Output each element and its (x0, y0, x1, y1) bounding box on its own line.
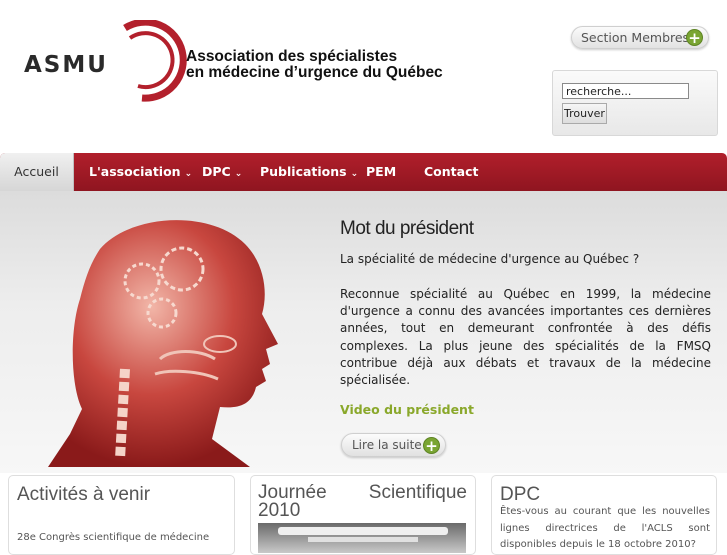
search-button[interactable]: Trouver (562, 103, 607, 124)
organization-name: Association des spécialistes en médecine… (186, 49, 443, 81)
nav-item-label: Contact (424, 164, 479, 179)
site-header: ASMU Association des spécialistes en méd… (0, 0, 727, 152)
scientific-day-photo[interactable] (258, 523, 466, 553)
hero-body-text: Reconnue spécialité au Québec en 1999, l… (340, 287, 711, 388)
activities-text[interactable]: 28e Congrès scientifique de médecine (17, 530, 227, 547)
nav-item-label: Publications (260, 164, 347, 179)
head-xray-image (48, 220, 278, 467)
chevron-down-icon: ⌄ (184, 169, 193, 179)
nav-item-label: L'association (89, 164, 181, 179)
nav-item-association[interactable]: L'association ⌄ (89, 153, 192, 191)
scientific-day-year[interactable]: 2010 (258, 501, 300, 520)
logo-text: ASMU (24, 52, 108, 78)
plus-icon: + (686, 29, 703, 46)
nav-item-label: Accueil (14, 164, 59, 179)
nav-item-accueil[interactable]: Accueil (0, 153, 74, 191)
plus-icon: + (423, 437, 440, 454)
org-name-line2: en médecine d’urgence du Québec (186, 64, 443, 81)
hero-title: Mot du président (340, 218, 474, 239)
activities-box: Activités à venir 28e Congrès scientifiq… (8, 475, 235, 555)
section-members-label: Section Membres (581, 30, 690, 45)
nav-item-pem[interactable]: PEM (366, 153, 396, 191)
nav-item-contact[interactable]: Contact (424, 153, 478, 191)
activities-title[interactable]: Activités à venir (17, 484, 150, 506)
main-navigation: Accueil L'association ⌄ DPC ⌄ Publications… (0, 153, 727, 191)
hero-subtitle: La spécialité de médecine d'urgence au Q… (340, 252, 640, 266)
org-name-line1: Association des spécialistes (186, 48, 398, 65)
read-more-button[interactable]: Lire la suite + (341, 433, 446, 457)
search-input[interactable] (562, 83, 689, 99)
nav-item-label: DPC (202, 164, 231, 179)
dpc-text[interactable]: Êtes-vous au courant que les nouvelles l… (500, 504, 710, 554)
section-members-button[interactable]: Section Membres + (571, 26, 709, 49)
nav-item-label: PEM (366, 164, 397, 179)
scientific-day-title-right[interactable]: Scientifique (369, 483, 467, 502)
search-box: Trouver (552, 70, 718, 136)
dpc-title[interactable]: DPC (500, 484, 540, 506)
scientific-day-box: Journée Scientifique 2010 (250, 475, 476, 555)
chevron-down-icon: ⌄ (350, 169, 359, 179)
chevron-down-icon: ⌄ (234, 169, 243, 179)
dpc-box: DPC Êtes-vous au courant que les nouvell… (491, 475, 717, 555)
nav-item-publications[interactable]: Publications ⌄ (260, 153, 358, 191)
nav-item-dpc[interactable]: DPC ⌄ (202, 153, 242, 191)
read-more-label: Lire la suite (352, 438, 422, 452)
hero-section: Mot du président La spécialité de médeci… (0, 191, 727, 473)
video-link[interactable]: Video du président (340, 402, 474, 417)
